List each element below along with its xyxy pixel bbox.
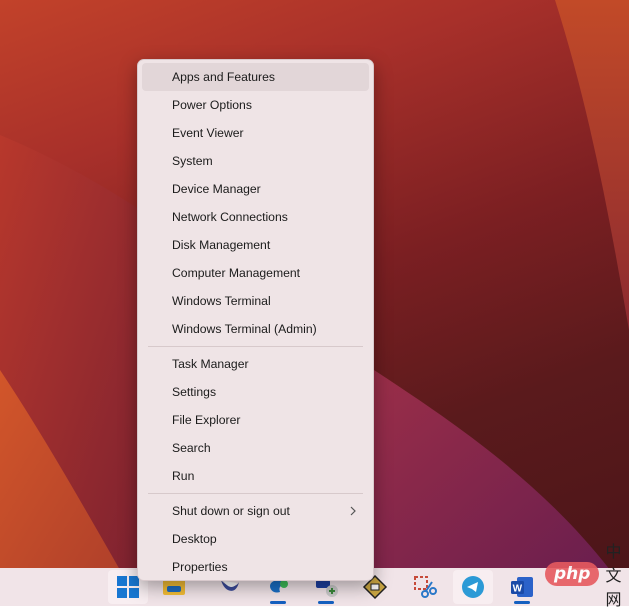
svg-text:W: W: [513, 584, 523, 595]
menu-item-system[interactable]: System: [142, 147, 369, 175]
menu-item-power-options[interactable]: Power Options: [142, 91, 369, 119]
menu-item-device-manager[interactable]: Device Manager: [142, 175, 369, 203]
menu-item-label: Run: [172, 469, 195, 483]
menu-item-label: File Explorer: [172, 413, 241, 427]
menu-item-label: Desktop: [172, 532, 217, 546]
menu-item-label: Event Viewer: [172, 126, 244, 140]
menu-item-label: Settings: [172, 385, 217, 399]
menu-item-windows-terminal[interactable]: Windows Terminal: [142, 287, 369, 315]
menu-separator: [148, 493, 363, 494]
menu-item-event-viewer[interactable]: Event Viewer: [142, 119, 369, 147]
menu-item-label: System: [172, 154, 213, 168]
menu-item-label: Windows Terminal (Admin): [172, 322, 317, 336]
running-indicator: [514, 601, 530, 604]
menu-item-disk-management[interactable]: Disk Management: [142, 231, 369, 259]
menu-item-apps-and-features[interactable]: Apps and Features: [142, 63, 369, 91]
menu-item-task-manager[interactable]: Task Manager: [142, 350, 369, 378]
menu-item-label: Shut down or sign out: [172, 504, 290, 518]
running-indicator: [270, 601, 286, 604]
taskbar-word[interactable]: W: [502, 570, 542, 604]
menu-item-label: Power Options: [172, 98, 252, 112]
winx-context-menu: Apps and Features Power Options Event Vi…: [137, 59, 374, 581]
menu-item-label: Device Manager: [172, 182, 261, 196]
menu-item-label: Disk Management: [172, 238, 271, 252]
menu-item-shut-down-or-sign-out[interactable]: Shut down or sign out: [142, 497, 369, 525]
menu-item-settings[interactable]: Settings: [142, 378, 369, 406]
wallpaper-wedge-purple: [374, 370, 610, 570]
menu-item-label: Task Manager: [172, 357, 249, 371]
chevron-right-icon: [350, 506, 356, 516]
watermark-text: 中文网: [605, 542, 622, 609]
menu-item-windows-terminal-admin[interactable]: Windows Terminal (Admin): [142, 315, 369, 343]
menu-separator: [148, 346, 363, 347]
snipping-tool-icon: [414, 576, 437, 598]
menu-item-label: Windows Terminal: [172, 294, 271, 308]
menu-item-properties[interactable]: Properties: [142, 553, 369, 581]
menu-item-label: Network Connections: [172, 210, 288, 224]
menu-item-label: Properties: [172, 560, 228, 574]
menu-item-run[interactable]: Run: [142, 462, 369, 490]
running-indicator: [318, 601, 334, 604]
menu-item-network-connections[interactable]: Network Connections: [142, 203, 369, 231]
wallpaper-wedge-right: [555, 0, 629, 330]
menu-item-label: Apps and Features: [172, 70, 275, 84]
word-icon: W: [511, 577, 533, 597]
menu-item-search[interactable]: Search: [142, 434, 369, 462]
taskbar-telegram[interactable]: [453, 570, 493, 604]
windows-logo-icon: [117, 576, 139, 598]
telegram-icon: [462, 576, 484, 598]
taskbar-snipping-tool[interactable]: [405, 570, 445, 604]
watermark: php 中文网: [545, 542, 629, 609]
menu-item-label: Computer Management: [172, 266, 301, 280]
menu-item-label: Search: [172, 441, 211, 455]
menu-item-computer-management[interactable]: Computer Management: [142, 259, 369, 287]
watermark-brand: php: [545, 562, 600, 586]
menu-item-desktop[interactable]: Desktop: [142, 525, 369, 553]
menu-item-file-explorer[interactable]: File Explorer: [142, 406, 369, 434]
